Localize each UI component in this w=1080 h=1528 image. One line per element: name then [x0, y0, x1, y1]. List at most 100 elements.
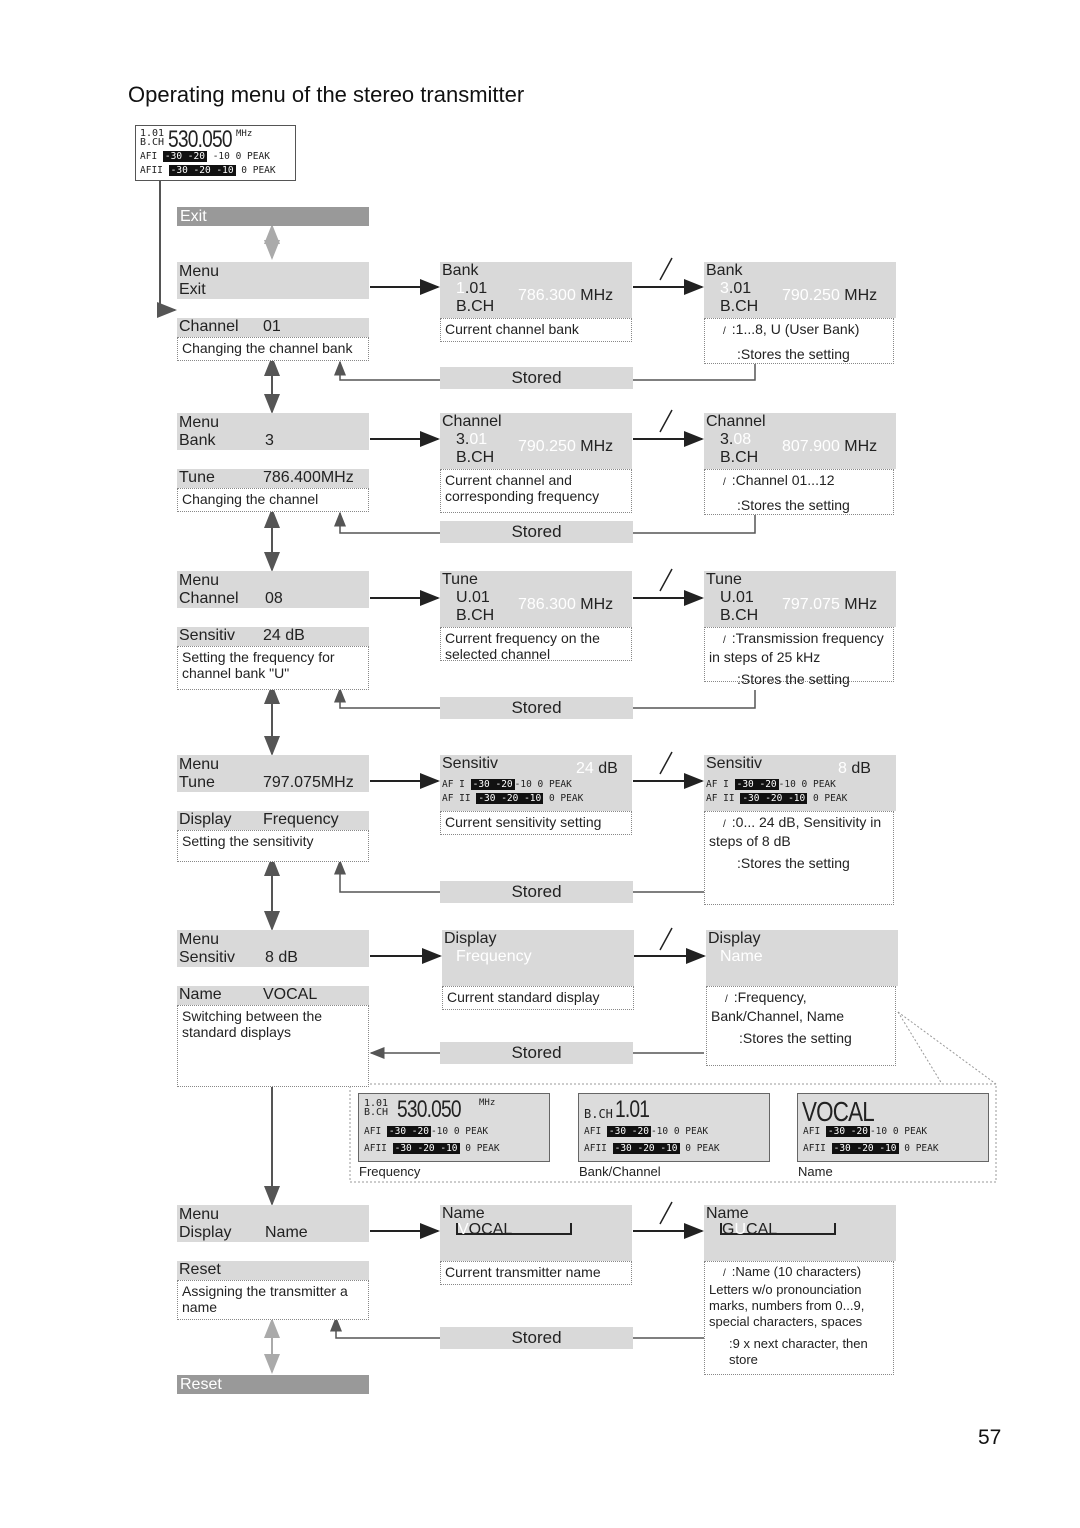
edit-panel[interactable]: Sensitiv 8 dB AF I -30 -20 -10 0 PEAK AF I…: [704, 755, 896, 811]
next-menu-item[interactable]: Reset: [177, 1261, 369, 1280]
menu-box[interactable]: Menu Bank 3: [177, 413, 369, 450]
bank-channel-code: 3.01: [720, 280, 752, 297]
panel-frequency: 797.075 MHz: [782, 596, 878, 613]
panel-title: Bank: [442, 262, 479, 279]
name-field[interactable]: VOCAL: [458, 1221, 512, 1239]
menu-label: Menu: [179, 1206, 220, 1223]
display-mode-example: 1.01 B.CH 530.050 MHz AFI -30 -20 -10 0 PE…: [358, 1093, 550, 1162]
next-item-value: 24 dB: [263, 627, 305, 644]
mode-main-text: 530.050: [397, 1096, 462, 1123]
menu-box[interactable]: Menu Exit: [177, 262, 369, 299]
menu-description: Changing the channel: [177, 488, 369, 512]
bch-label: B.CH: [456, 607, 495, 624]
panel-title: Sensitiv: [442, 755, 499, 772]
display-mode-example: VOCAL AFI -30 -20 -10 0 PEAK AFII -30 -20…: [797, 1093, 989, 1162]
edit-description: /:0... 24 dB, Sensitivity in steps of 8 …: [704, 811, 894, 905]
af2-meter: AFII -30 -20 -10 0 PEAK: [584, 1143, 720, 1154]
next-menu-item[interactable]: Sensitiv 24 dB: [177, 627, 369, 646]
menu-item: Bank: [179, 432, 216, 449]
exit-bar[interactable]: Exit: [177, 207, 369, 226]
current-description: Current standard display: [442, 986, 634, 1010]
edit-panel[interactable]: Display Name: [706, 930, 898, 986]
panel-frequency: 790.250 MHz: [782, 287, 878, 304]
page-number: 57: [978, 1426, 1002, 1449]
slash-icon: /: [725, 994, 728, 1005]
menu-description: Assigning the transmitter a name: [177, 1280, 369, 1320]
edit-panel[interactable]: Tune U.01 B.CH 797.075 MHz: [704, 571, 896, 627]
edit-panel[interactable]: Name GUCAL: [704, 1205, 896, 1261]
stored-indicator: Stored: [440, 367, 633, 389]
sensitivity-value: 8 dB: [838, 760, 871, 777]
menu-description: Switching between the standard displays: [177, 1005, 369, 1087]
current-description: Current channel bank: [440, 318, 632, 342]
stored-indicator: Stored: [440, 1327, 633, 1349]
panel-title: Display: [708, 930, 761, 947]
menu-value: 3: [265, 432, 274, 449]
edit-panel[interactable]: Bank 3.01 B.CH 790.250 MHz: [704, 262, 896, 318]
bank-channel-code: U.01: [720, 589, 754, 606]
menu-box[interactable]: Menu Channel 08: [177, 571, 369, 608]
af2-meter: AF II -30 -20 -10 0 PEAK: [442, 793, 584, 804]
current-description: Current channel and corresponding freque…: [440, 469, 632, 513]
bank-channel-code: 3.08: [720, 431, 752, 448]
reset-bar[interactable]: Reset: [177, 1375, 369, 1394]
current-panel[interactable]: Sensitiv 24 dB AF I -30 -20 -10 0 PEAK AF …: [440, 755, 632, 811]
menu-label: Menu: [179, 263, 220, 280]
slash-icon: /: [723, 819, 726, 830]
af1-meter: AFI -30 -20 -10 0 PEAK: [803, 1126, 928, 1137]
next-item-label: Tune: [179, 469, 215, 486]
bch-label: B.CH: [720, 449, 759, 466]
menu-description: Changing the channel bank: [177, 337, 369, 361]
bank-channel-code: 3.01: [456, 431, 488, 448]
next-menu-item[interactable]: Channel 01: [177, 318, 369, 337]
next-item-label: Channel: [179, 318, 239, 335]
next-item-label: Display: [179, 811, 232, 828]
af1-meter: AFI -30 -20 -10 0 PEAK: [584, 1126, 709, 1137]
panel-title: Sensitiv: [706, 755, 763, 772]
af2-meter: AFII -30 -20 -10 0 PEAK: [364, 1143, 500, 1154]
mode-main-text: 1.01: [615, 1096, 650, 1123]
af2-meter: AFII -30 -20 -10 0 PEAK: [803, 1143, 939, 1154]
next-menu-item[interactable]: Display Frequency: [177, 811, 369, 830]
stored-indicator: Stored: [440, 697, 633, 719]
current-panel[interactable]: Tune U.01 B.CH 786.300 MHz: [440, 571, 632, 627]
current-panel[interactable]: Bank 1.01 B.CH 786.300 MHz: [440, 262, 632, 318]
next-menu-item[interactable]: Tune 786.400MHz: [177, 469, 369, 488]
af1-meter: AF I -30 -20 -10 0 PEAK: [442, 779, 572, 790]
menu-item: Sensitiv: [179, 949, 236, 966]
current-panel[interactable]: Display Frequency: [442, 930, 634, 986]
panel-title: Tune: [442, 571, 478, 588]
bank-channel-code: 1.01: [456, 280, 488, 297]
display-mode-caption: Bank/Channel: [579, 1164, 661, 1179]
slash-icon: /: [723, 326, 726, 337]
menu-box[interactable]: Menu Tune 797.075MHz: [177, 755, 369, 792]
menu-value: Name: [265, 1224, 308, 1241]
af2-meter: AF II -30 -20 -10 0 PEAK: [706, 793, 848, 804]
panel-title: Channel: [706, 413, 766, 430]
current-panel[interactable]: Name VOCAL: [440, 1205, 632, 1261]
next-item-value: 786.400MHz: [263, 469, 354, 486]
panel-title: Tune: [706, 571, 742, 588]
current-panel[interactable]: Channel 3.01 B.CH 790.250 MHz: [440, 413, 632, 469]
next-menu-item[interactable]: Name VOCAL: [177, 986, 369, 1005]
slash-icon: /: [723, 1268, 726, 1279]
panel-title: Display: [444, 930, 497, 947]
menu-value: 797.075MHz: [263, 774, 354, 791]
edit-description: /:Channel 01...12 :Stores the setting: [704, 469, 894, 515]
menu-label: Menu: [179, 756, 220, 773]
current-description: Current frequency on the selected channe…: [440, 627, 632, 662]
slash-icon: /: [723, 635, 726, 646]
sensitivity-value: 24 dB: [576, 760, 618, 777]
next-item-value: 01: [263, 318, 281, 335]
menu-box[interactable]: Menu Display Name: [177, 1205, 369, 1242]
menu-item: Tune: [179, 774, 215, 791]
edit-panel[interactable]: Channel 3.08 B.CH 807.900 MHz: [704, 413, 896, 469]
stored-indicator: Stored: [440, 881, 633, 903]
name-field[interactable]: GUCAL: [722, 1221, 777, 1239]
edit-description: /:Transmission frequency in steps of 25 …: [704, 627, 894, 687]
menu-box[interactable]: Menu Sensitiv 8 dB: [177, 930, 369, 967]
next-item-label: Reset: [179, 1261, 221, 1278]
display-mode-value: Frequency: [456, 948, 532, 965]
display-mode-example: B.CH 1.01 AFI -30 -20 -10 0 PEAK AFII -30…: [578, 1093, 770, 1162]
current-description: Current transmitter name: [440, 1261, 632, 1285]
